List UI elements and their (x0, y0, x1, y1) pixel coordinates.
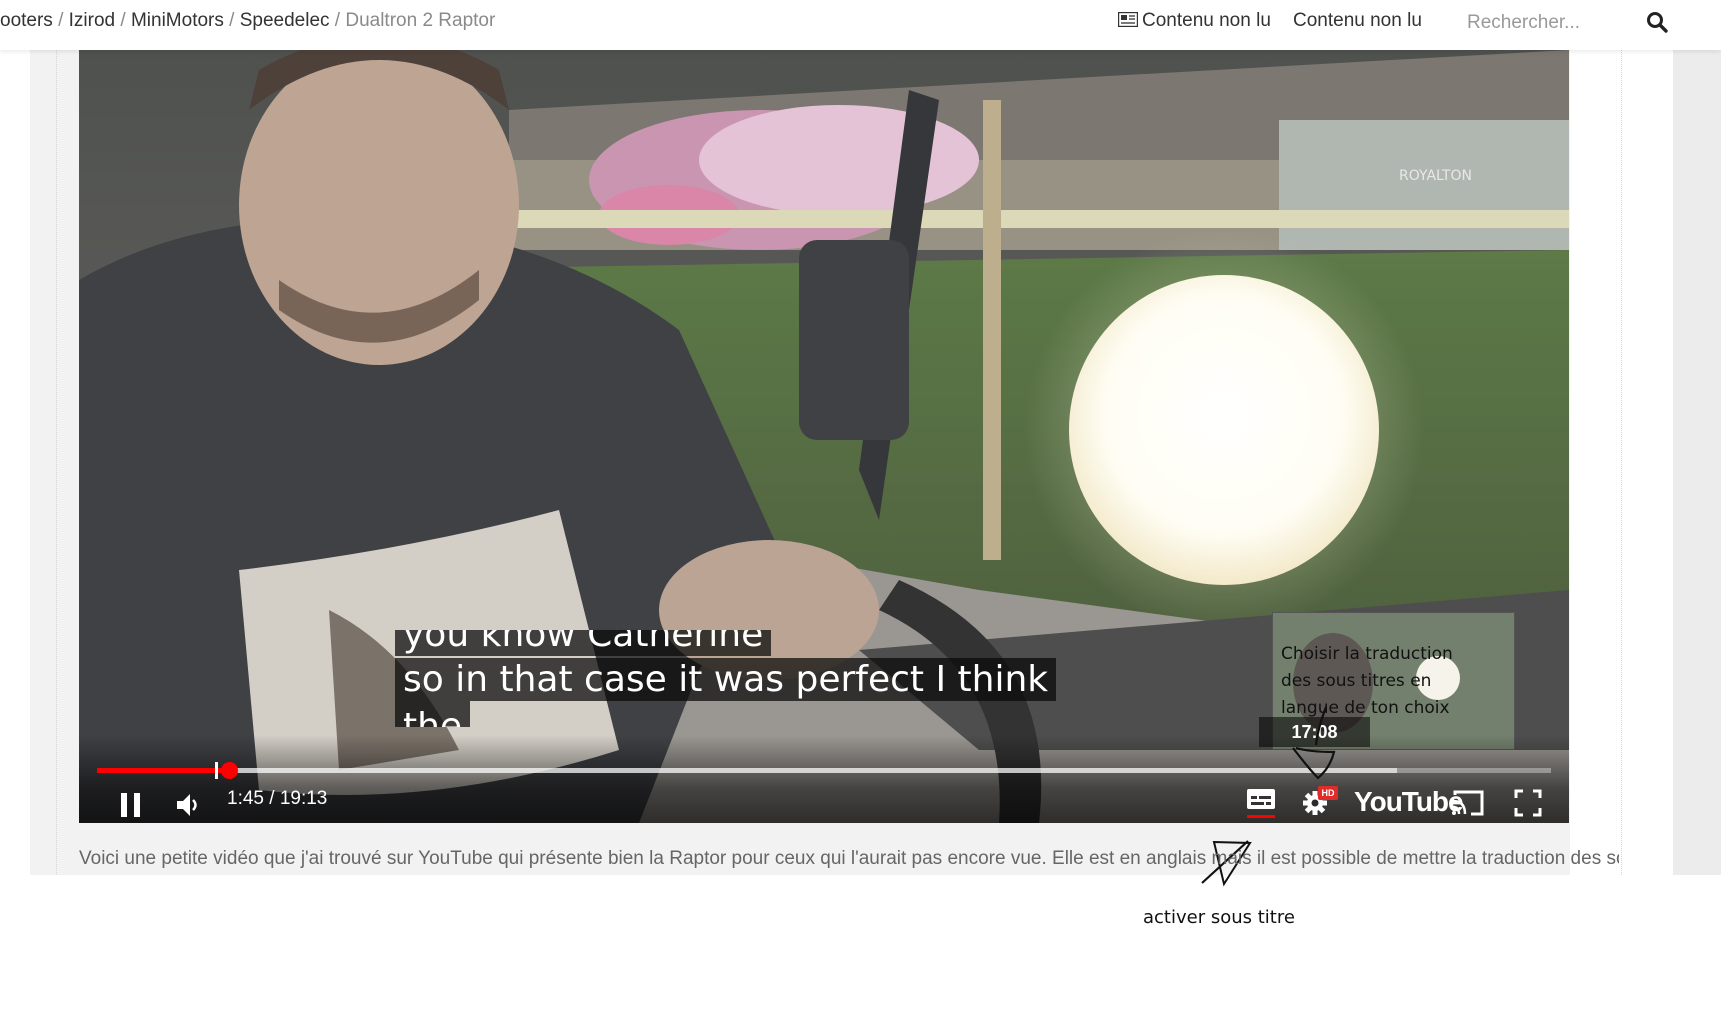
progress-played (97, 768, 230, 773)
newspaper-icon (1118, 12, 1138, 27)
annotation-callout: Choisir la traduction des sous titres en… (1281, 644, 1453, 718)
unread-content-link-with-icon[interactable]: Contenu non lu (1118, 10, 1271, 32)
top-navigation-bar: ooters / Izirod / MiniMotors / Speedelec… (0, 0, 1721, 50)
post-description: Voici une petite vidéo que j'ai trouvé s… (79, 848, 1619, 869)
fullscreen-icon[interactable] (1514, 789, 1542, 817)
cast-icon[interactable] (1451, 789, 1485, 817)
time-separator: / (263, 788, 280, 809)
subtitles-icon[interactable] (1246, 787, 1276, 819)
breadcrumb-separator: / (229, 10, 235, 31)
progress-chapter-marker (215, 762, 219, 779)
breadcrumb-current: Dualtron 2 Raptor (345, 10, 496, 31)
right-sidebar-strip (1673, 50, 1721, 875)
pause-icon[interactable] (119, 792, 143, 818)
total-duration: 19:13 (279, 788, 328, 809)
breadcrumb-separator: / (334, 10, 341, 31)
caption-line-partial: you know Catherine (395, 630, 772, 656)
youtube-logo[interactable]: YouTube (1354, 786, 1464, 818)
current-time: 1:45 (227, 788, 264, 809)
search-icon[interactable] (1645, 10, 1669, 34)
breadcrumb-separator: / (120, 10, 126, 31)
caption-line-partial: the (395, 701, 471, 727)
breadcrumb-item-speedelec[interactable]: Speedelec (240, 10, 330, 31)
breadcrumb-item-izirod[interactable]: Izirod (69, 10, 115, 31)
video-time-display: 1:45 / 19:13 (227, 788, 327, 810)
video-captions: you know Catherine so in that case it wa… (395, 630, 1057, 727)
unread-content-link[interactable]: Contenu non lu (1293, 10, 1422, 32)
breadcrumb: ooters / Izirod / MiniMotors / Speedelec… (0, 10, 495, 32)
annotation-subtitle-hint: activer sous titre (1143, 907, 1295, 928)
caption-line: so in that case it was perfect I think (395, 658, 1057, 701)
unread-content-label: Contenu non lu (1142, 10, 1271, 31)
breadcrumb-item-truncated[interactable]: ooters (0, 10, 53, 31)
progress-buffered (97, 768, 1397, 773)
progress-bar[interactable] (97, 762, 1551, 779)
breadcrumb-item-minimotors[interactable]: MiniMotors (131, 10, 224, 31)
breadcrumb-separator: / (58, 10, 64, 31)
volume-icon[interactable] (176, 792, 202, 818)
search-input[interactable] (1465, 6, 1629, 40)
hd-badge: HD (1318, 786, 1338, 800)
